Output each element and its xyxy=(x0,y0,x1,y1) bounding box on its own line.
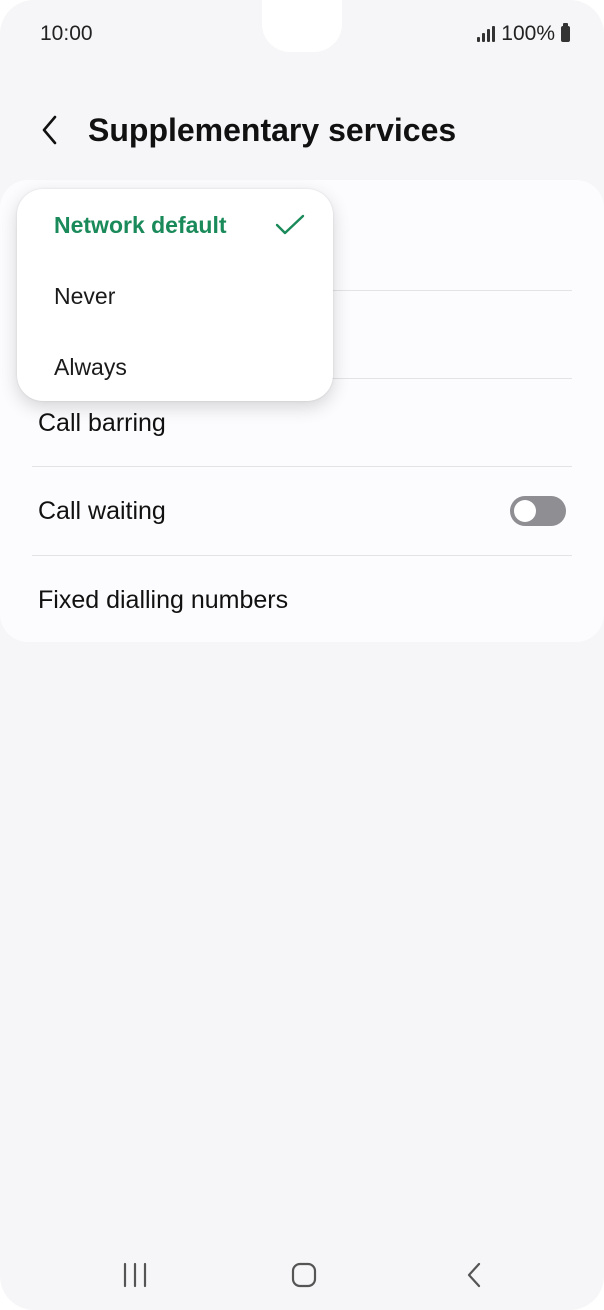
call-waiting-label: Call waiting xyxy=(38,496,166,525)
phone-screen: 10:00 100% Supplementary services Call b… xyxy=(0,0,604,1310)
status-indicators: 100% xyxy=(477,22,570,46)
battery-percentage: 100% xyxy=(501,22,555,45)
signal-icon xyxy=(477,26,496,42)
back-button[interactable] xyxy=(32,108,68,152)
battery-icon xyxy=(561,23,570,42)
call-waiting-row[interactable]: Call waiting xyxy=(38,488,572,534)
call-barring-label: Call barring xyxy=(38,408,166,437)
option-always[interactable]: Always xyxy=(54,342,306,392)
app-header: Supplementary services xyxy=(0,100,604,160)
recents-icon xyxy=(123,1262,147,1288)
dropdown-popup: Network default Never Always xyxy=(17,189,333,401)
option-label: Network default xyxy=(54,211,227,238)
home-button[interactable] xyxy=(274,1250,334,1300)
chevron-left-icon xyxy=(42,115,57,145)
status-time: 10:00 xyxy=(40,22,93,45)
page-title: Supplementary services xyxy=(88,111,457,148)
camera-notch xyxy=(262,0,342,52)
recents-button[interactable] xyxy=(105,1250,165,1300)
divider xyxy=(32,555,572,556)
divider xyxy=(32,466,572,467)
call-barring-row[interactable]: Call barring xyxy=(38,400,572,446)
fixed-dialling-numbers-label: Fixed dialling numbers xyxy=(38,585,289,614)
home-icon xyxy=(291,1262,317,1288)
option-never[interactable]: Never xyxy=(54,271,306,321)
nav-back-button[interactable] xyxy=(444,1250,504,1300)
navigation-bar xyxy=(0,1250,604,1300)
back-icon xyxy=(467,1262,481,1288)
option-label: Never xyxy=(54,282,116,309)
fixed-dialling-numbers-row[interactable]: Fixed dialling numbers xyxy=(38,577,572,623)
checkmark-icon xyxy=(275,214,305,235)
option-network-default[interactable]: Network default xyxy=(54,200,306,250)
call-waiting-toggle[interactable] xyxy=(510,496,566,526)
option-label: Always xyxy=(54,353,127,380)
toggle-knob xyxy=(514,500,536,522)
